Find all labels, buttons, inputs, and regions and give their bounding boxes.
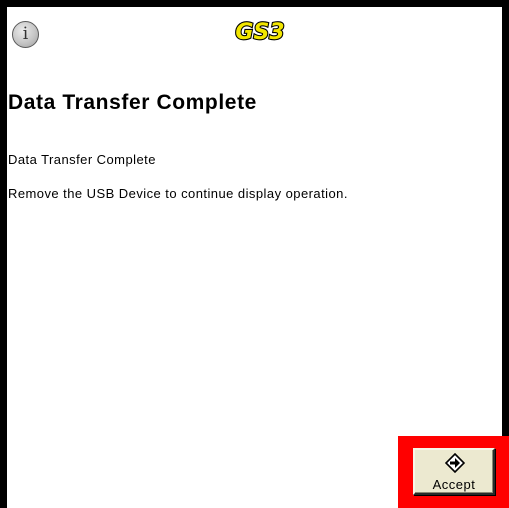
gs3-logo: GS3 [234,19,285,45]
accept-label: Accept [432,477,476,492]
dialog-window [0,0,509,508]
info-icon: i [12,21,39,48]
info-glyph: i [22,24,29,44]
accept-button[interactable]: Accept [413,448,495,495]
arrow-enter-icon [445,453,465,473]
dialog-title: Data Transfer Complete [8,91,257,114]
gs3-logo-text: GS3 [235,20,284,45]
message-line-2: Remove the USB Device to continue displa… [8,186,348,201]
message-line-1: Data Transfer Complete [8,152,156,167]
